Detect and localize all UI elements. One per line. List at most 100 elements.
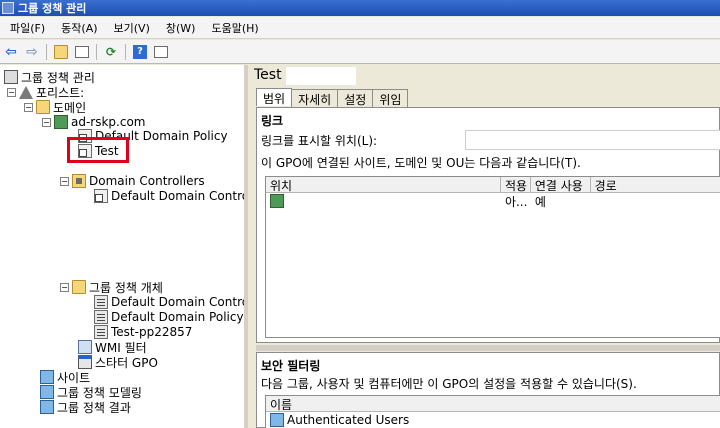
tree-item-results[interactable]: 그룹 정책 결과 (40, 399, 131, 415)
show-hide-tree-button[interactable] (73, 43, 91, 61)
security-description: 다음 그룹, 사용자 및 컴퓨터에만 이 GPO의 설정을 적용할 수 있습니다… (261, 377, 637, 391)
column-location[interactable]: 위치 (266, 177, 501, 192)
security-filtering-panel: 보안 필터링 다음 그룹, 사용자 및 컴퓨터에만 이 GPO의 설정을 적용할… (256, 352, 720, 428)
tree-item-gpo-ddp[interactable]: Default Domain Policy (94, 309, 244, 325)
cell-location (266, 194, 501, 208)
forward-arrow-icon: ⇨ (26, 43, 38, 60)
app-icon (2, 2, 14, 14)
tree-label: Default Domain Controlle (111, 295, 248, 309)
tree-item-domain-controllers[interactable]: − Domain Controllers (60, 173, 205, 189)
tab-strip: 범위 자세히 설정 위임 (256, 88, 409, 107)
tree-label: Default Domain Policy (111, 310, 244, 324)
links-list-header: 위치 적용 연결 사용 경로 (266, 177, 720, 193)
location-dropdown[interactable] (465, 130, 720, 150)
cell-name-text: Authenticated Users (287, 413, 410, 427)
users-group-icon (270, 413, 284, 427)
tab-details[interactable]: 자세히 (291, 89, 339, 107)
back-button[interactable]: ⇦ (2, 43, 20, 61)
red-highlight-box (67, 137, 129, 163)
group-policy-management-icon (4, 70, 18, 84)
menu-view[interactable]: 보기(V) (106, 18, 158, 38)
sites-icon (40, 370, 54, 384)
refresh-button[interactable]: ⟳ (102, 43, 120, 61)
toolbar-separator (46, 43, 47, 60)
window-title-bar: 그룹 정책 관리 (0, 0, 720, 16)
security-heading: 보안 필터링 (261, 359, 321, 373)
links-list[interactable]: 위치 적용 연결 사용 경로 아... 예 (265, 176, 720, 338)
tree-label: 도메인 (53, 100, 87, 115)
starter-gpo-icon (78, 355, 92, 369)
tree-item-gpo-ddcp[interactable]: Default Domain Controlle (94, 294, 248, 310)
tree-label: ad-rskp.com (71, 115, 146, 129)
tree-label: Test-pp22857 (111, 325, 193, 339)
gpo-icon (94, 295, 108, 309)
table-row[interactable]: Authenticated Users (266, 412, 720, 428)
column-name[interactable]: 이름 (266, 396, 720, 411)
up-button[interactable] (52, 43, 70, 61)
redacted-text (87, 86, 158, 98)
menu-window[interactable]: 창(W) (158, 18, 204, 38)
back-arrow-icon: ⇦ (5, 43, 17, 60)
collapse-icon[interactable]: − (7, 87, 16, 97)
toolbar: ⇦ ⇨ ⟳ ? (0, 40, 720, 64)
column-enforced[interactable]: 적용 (501, 177, 531, 192)
tree-label: 그룹 정책 개체 (89, 280, 163, 295)
properties-icon (154, 45, 168, 58)
menu-file[interactable]: 파일(F) (2, 18, 53, 38)
folder-icon (36, 100, 50, 114)
linked-description: 이 GPO에 연결된 사이트, 도메인 및 OU는 다음과 같습니다(T). (261, 156, 581, 170)
gpo-icon (94, 325, 108, 339)
help-icon: ? (133, 44, 147, 59)
refresh-icon: ⟳ (105, 44, 117, 59)
scope-panel: 링크 링크를 표시할 위치(L): 이 GPO에 연결된 사이트, 도메인 및 … (256, 107, 720, 343)
toolbar-separator (96, 43, 97, 60)
console-tree: 그룹 정책 관리 − 포리스트: − 도메인 − ad-rskp.com Def… (0, 65, 248, 428)
tree-label: 스타터 GPO (95, 355, 158, 370)
menu-help[interactable]: 도움말(H) (203, 18, 266, 38)
domain-icon (270, 194, 284, 208)
links-heading: 링크 (261, 114, 284, 128)
menu-action[interactable]: 동작(A) (53, 18, 105, 38)
results-icon (40, 400, 54, 414)
security-list[interactable]: 이름 Authenticated Users (265, 395, 720, 428)
security-list-header: 이름 (266, 396, 720, 412)
cell-enabled: 예 (534, 194, 546, 209)
table-row[interactable]: 아... 예 (266, 193, 720, 209)
tab-delegation[interactable]: 위임 (372, 89, 409, 107)
folder-icon (72, 280, 86, 294)
tree-item-default-domain-controllers[interactable]: Default Domain Controlle (94, 188, 248, 204)
gpo-icon (94, 310, 108, 324)
modeling-icon (40, 385, 54, 399)
tree-label: Default Domain Controlle (111, 189, 248, 203)
collapse-icon[interactable]: − (42, 117, 51, 127)
details-pane: Test 범위 자세히 설정 위임 링크 링크를 표시할 위치(L): 이 GP… (252, 65, 720, 428)
location-label: 링크를 표시할 위치(L): (261, 134, 378, 148)
forward-button[interactable]: ⇨ (23, 43, 41, 61)
cell-enforced: 아... (504, 194, 528, 209)
cell-name: Authenticated Users (266, 413, 409, 427)
collapse-icon[interactable]: − (60, 282, 69, 292)
collapse-icon[interactable]: − (24, 102, 33, 112)
help-button[interactable]: ? (131, 43, 149, 61)
pane-splitter[interactable] (256, 345, 720, 351)
tab-settings[interactable]: 설정 (337, 89, 374, 107)
properties-button[interactable] (152, 43, 170, 61)
toolbar-separator (125, 43, 126, 60)
up-folder-icon (54, 44, 68, 59)
collapse-icon[interactable]: − (60, 176, 69, 186)
gpo-link-icon (94, 189, 108, 203)
tree-label: Domain Controllers (89, 174, 205, 188)
gpo-title: Test (254, 67, 282, 83)
forest-icon (19, 85, 33, 99)
show-hide-tree-icon (75, 45, 89, 58)
tab-scope[interactable]: 범위 (256, 88, 293, 106)
column-link-enabled[interactable]: 연결 사용 (531, 177, 591, 192)
tree-item-gpo-objects[interactable]: − 그룹 정책 개체 (60, 279, 163, 295)
tree-item-domains[interactable]: − 도메인 (24, 99, 86, 115)
wmi-filter-icon (78, 340, 92, 354)
tree-label: 그룹 정책 결과 (57, 400, 131, 415)
window-title: 그룹 정책 관리 (18, 2, 87, 15)
redacted-text (286, 67, 356, 85)
column-path[interactable]: 경로 (591, 177, 720, 192)
menu-bar: 파일(F) 동작(A) 보기(V) 창(W) 도움말(H) (0, 17, 720, 39)
